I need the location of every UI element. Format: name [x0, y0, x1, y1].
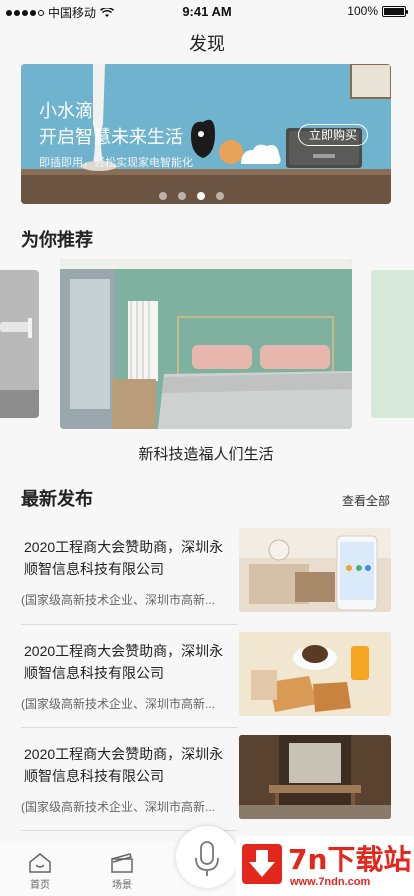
- tab-home[interactable]: 首页: [20, 852, 60, 891]
- see-all-link[interactable]: 查看全部: [342, 492, 390, 509]
- watermark: 7n下载站 www.7ndn.com: [236, 836, 414, 896]
- recommend-section-title: 为你推荐: [21, 230, 93, 250]
- download-logo-icon: [242, 844, 282, 884]
- tab-scene[interactable]: 场景: [102, 852, 142, 891]
- recommend-prev-image: [0, 270, 39, 418]
- buy-now-button[interactable]: 立即购买: [298, 124, 368, 146]
- news-description: (国家级高新技术企业、深圳市高新...: [21, 593, 215, 607]
- news-title: 2020工程商大会赞助商，深圳永顺智信息科技有限公司: [24, 539, 224, 577]
- voice-button[interactable]: [176, 826, 238, 888]
- recommend-caption: 新科技造福人们生活: [138, 446, 274, 463]
- banner-title-line2: 开启智慧未来生活: [39, 127, 183, 147]
- news-title: 2020工程商大会赞助商，深圳永顺智信息科技有限公司: [24, 746, 224, 784]
- news-thumbnail: [239, 735, 391, 819]
- recommend-card-next[interactable]: [371, 270, 414, 418]
- banner-dot[interactable]: [159, 192, 167, 200]
- tab-home-label: 首页: [30, 880, 50, 891]
- status-bar: 中国移动 9:41 AM 100%: [0, 0, 414, 24]
- battery-icon: [382, 5, 408, 17]
- banner-dot[interactable]: [197, 192, 205, 200]
- recommend-card[interactable]: [60, 259, 352, 429]
- banner-subtitle: 即插即用，轻松实现家电智能化: [39, 157, 193, 169]
- news-description: (国家级高新技术企业、深圳市高新...: [21, 800, 215, 814]
- news-divider: [21, 624, 237, 625]
- microphone-icon: [195, 841, 219, 876]
- banner-pagination[interactable]: [159, 192, 224, 200]
- latest-section-title: 最新发布: [21, 489, 93, 509]
- news-item[interactable]: 2020工程商大会赞助商，深圳永顺智信息科技有限公司 (国家级高新技术企业、深圳…: [21, 735, 391, 831]
- news-title: 2020工程商大会赞助商，深圳永顺智信息科技有限公司: [24, 643, 224, 681]
- home-icon: [29, 853, 51, 873]
- watermark-brand: 7n下载站: [288, 843, 412, 876]
- tab-scene-label: 场景: [112, 880, 132, 891]
- banner-title: 小水滴 开启智慧未来生活: [39, 98, 183, 150]
- page-title: 发现: [189, 34, 225, 54]
- news-item[interactable]: 2020工程商大会赞助商，深圳永顺智信息科技有限公司 (国家级高新技术企业、深圳…: [21, 528, 391, 624]
- watermark-url: www.7ndn.com: [290, 876, 371, 888]
- scene-icon: [111, 853, 133, 873]
- news-divider: [21, 727, 237, 728]
- status-right: 100%: [347, 4, 408, 18]
- hero-banner[interactable]: 小水滴 开启智慧未来生活 即插即用，轻松实现家电智能化 立即购买: [21, 64, 391, 204]
- banner-dot[interactable]: [178, 192, 186, 200]
- battery-percent: 100%: [347, 4, 378, 18]
- banner-title-line1: 小水滴: [39, 101, 93, 121]
- news-description: (国家级高新技术企业、深圳市高新...: [21, 697, 215, 711]
- banner-dot[interactable]: [216, 192, 224, 200]
- recommend-bedroom-image: [60, 259, 352, 429]
- news-thumbnail: [239, 632, 391, 716]
- news-thumbnail: [239, 528, 391, 612]
- news-item[interactable]: 2020工程商大会赞助商，深圳永顺智信息科技有限公司 (国家级高新技术企业、深圳…: [21, 632, 391, 728]
- recommend-card-prev[interactable]: [0, 270, 39, 418]
